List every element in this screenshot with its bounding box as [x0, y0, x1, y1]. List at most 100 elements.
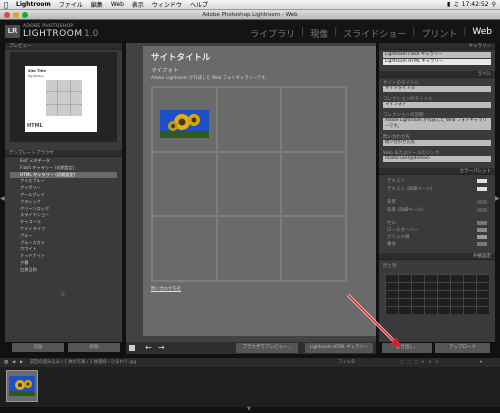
sunflower-thumbnail[interactable] [160, 110, 209, 138]
template-item[interactable]: Exif メタデータ [10, 158, 117, 165]
collection-title-field[interactable]: マイフォト [383, 102, 491, 108]
template-item[interactable]: クラシック [10, 199, 117, 206]
color-swatch-cell[interactable] [477, 221, 487, 225]
color-label-detail-text: テキスト (詳細ページ) [387, 187, 433, 192]
template-item[interactable]: Flash ギャラリー (初期設定) [10, 165, 117, 172]
module-slideshow[interactable]: スライドショー [343, 27, 406, 40]
grid-view-icon[interactable]: ▦ [4, 358, 8, 367]
color-swatch-numbers[interactable] [477, 242, 487, 246]
filter-dropdown-icon[interactable]: ▾ [480, 358, 482, 367]
version-label: 1.0 [84, 29, 99, 39]
module-library[interactable]: ライブラリ [250, 27, 295, 40]
template-item[interactable]: ブルースカイ [10, 240, 117, 247]
add-template-button[interactable]: 追加 [12, 343, 64, 352]
back-icon[interactable]: ◀ [12, 358, 15, 367]
site-title-field[interactable]: サイトタイトル [383, 86, 491, 92]
module-picker: ライブラリ | 現像 | スライドショー | プリント | Web [250, 27, 492, 40]
preview-panel-header[interactable]: プレビュー [5, 43, 122, 50]
preview-grid [46, 80, 82, 116]
template-item[interactable]: ホワイト [10, 246, 117, 253]
color-swatch-detail-background[interactable] [477, 208, 487, 212]
site-title[interactable]: サイトタイトル [151, 51, 211, 63]
filmstrip [0, 367, 500, 407]
previous-arrow-icon[interactable]: ← [145, 343, 152, 352]
template-item[interactable]: ミッドナイト [10, 253, 117, 260]
filmstrip-bar: ▦ ◀ ▶ 前回の読み込み / 1 枚の写真 / 1 枚選択 / ひまわり.jp… [0, 358, 500, 367]
close-window-button[interactable] [4, 12, 10, 18]
template-item[interactable]: ブルー [10, 233, 117, 240]
template-list: Exif メタデータ Flash ギャラリー (初期設定) HTML ギャラリー… [10, 158, 117, 287]
grid-cell [281, 216, 346, 281]
preview-in-browser-button[interactable]: ブラウザでプレビュー... [236, 343, 298, 353]
template-item[interactable]: アイボリー [10, 185, 117, 192]
color-palette-header[interactable]: カラーパレット [379, 168, 495, 175]
module-develop[interactable]: 現像 [310, 27, 328, 40]
menu-app[interactable]: Lightroom [12, 1, 55, 8]
color-swatch-text[interactable] [477, 179, 487, 183]
grid-cell [281, 87, 346, 152]
template-item[interactable]: アイスブルー [10, 178, 117, 185]
menu-window[interactable]: ウィンドウ [148, 0, 186, 9]
upload-button[interactable]: アップロード [435, 343, 490, 353]
panel-end-ornament-icon: ❦ [59, 290, 67, 300]
gallery-engine-html[interactable]: Lightroom HTML ギャラリー [383, 59, 491, 65]
menu-help[interactable]: ヘルプ [186, 0, 212, 9]
zoom-window-button[interactable] [22, 12, 28, 18]
collection-description-field[interactable]: Adobe Lightroom が作成した Web フォトギャラリーです。 [383, 118, 491, 130]
template-item[interactable]: グリーンロック [10, 206, 117, 213]
preview-site-title: Site Title [28, 69, 46, 73]
spotlight-icon[interactable]: ⚲ [492, 1, 496, 8]
color-swatch-grid-lines[interactable] [477, 235, 487, 239]
template-browser-header[interactable]: テンプレートブラウザ [5, 150, 122, 157]
menu-web[interactable]: Web [107, 1, 128, 8]
color-label-background: 背景 [387, 200, 396, 205]
template-item[interactable]: アールグレイ [10, 192, 117, 199]
gallery-engine-flash[interactable]: Lightroom Flash ギャラリー [383, 52, 491, 58]
color-swatch-rollover[interactable] [477, 228, 487, 232]
template-item[interactable]: スライドショー [10, 212, 117, 219]
menu-file[interactable]: ファイル [55, 0, 87, 9]
menu-edit[interactable]: 編集 [87, 0, 107, 9]
volume-icon[interactable]: ♫ [453, 1, 458, 8]
color-label-grid-lines: グリッド線 [387, 235, 410, 240]
menu-view[interactable]: 表示 [128, 0, 148, 9]
collection-description[interactable]: Adobe Lightroom が作成した Web フォトギャラリーです。 [151, 75, 269, 81]
template-item[interactable]: ナイトライフ [10, 226, 117, 233]
template-item[interactable]: 夕暮 [10, 260, 117, 267]
color-swatch-background[interactable] [477, 200, 487, 204]
appearance-panel-header[interactable]: 外観設定 [379, 253, 495, 260]
clock[interactable]: 17:42:52 [462, 1, 489, 8]
web-link-field[interactable]: mailto:user@domain [383, 156, 491, 162]
filter-label: フィルタ [338, 360, 356, 365]
grid-cell [152, 151, 217, 217]
forward-icon[interactable]: ▶ [20, 358, 23, 367]
stop-icon[interactable] [129, 345, 135, 351]
apple-menu-icon[interactable]:  [0, 1, 12, 9]
right-panel-toggle-icon[interactable]: ▶ [495, 195, 500, 202]
minimize-window-button[interactable] [13, 12, 19, 18]
module-web[interactable]: Web [472, 27, 492, 40]
gallery-panel-header[interactable]: ギャラリー [379, 43, 495, 50]
filmstrip-toggle-icon[interactable]: ▼ [247, 406, 251, 412]
lightroom-wordmark: LIGHTROOM [23, 29, 83, 39]
color-swatch-detail-text[interactable] [477, 187, 487, 191]
contact-info-field[interactable]: 問い合わせ先名 [383, 140, 491, 146]
window-title: Adobe Photoshop Lightroom - Web [202, 12, 298, 18]
next-arrow-icon[interactable]: → [158, 343, 165, 352]
lightroom-logo: LR [5, 25, 20, 38]
module-print[interactable]: プリント [421, 27, 457, 40]
window-title-bar: Adobe Photoshop Lightroom - Web [0, 10, 500, 20]
template-item-selected[interactable]: HTML ギャラリー (初期設定) [10, 171, 117, 179]
remove-template-button[interactable]: 削除 [68, 343, 120, 352]
preview-html-label: HTML [27, 123, 43, 129]
template-item[interactable]: チャコール [10, 219, 117, 226]
battery-icon[interactable]: ▮ [447, 1, 450, 8]
template-item[interactable]: 白黒日和 [10, 267, 117, 274]
contact-link[interactable]: 問い合わせ先名 [151, 286, 181, 292]
filter-flags[interactable]: □□□★★★ [400, 358, 442, 367]
grid-cell [281, 151, 346, 217]
collection-title[interactable]: マイフォト [151, 66, 179, 74]
filmstrip-source-info[interactable]: 前回の読み込み / 1 枚の写真 / 1 枚選択 / ひまわり.jpg [30, 358, 136, 367]
labels-panel-header[interactable]: ラベル [379, 71, 495, 78]
left-panel-toggle-icon[interactable]: ◀ [0, 195, 5, 202]
